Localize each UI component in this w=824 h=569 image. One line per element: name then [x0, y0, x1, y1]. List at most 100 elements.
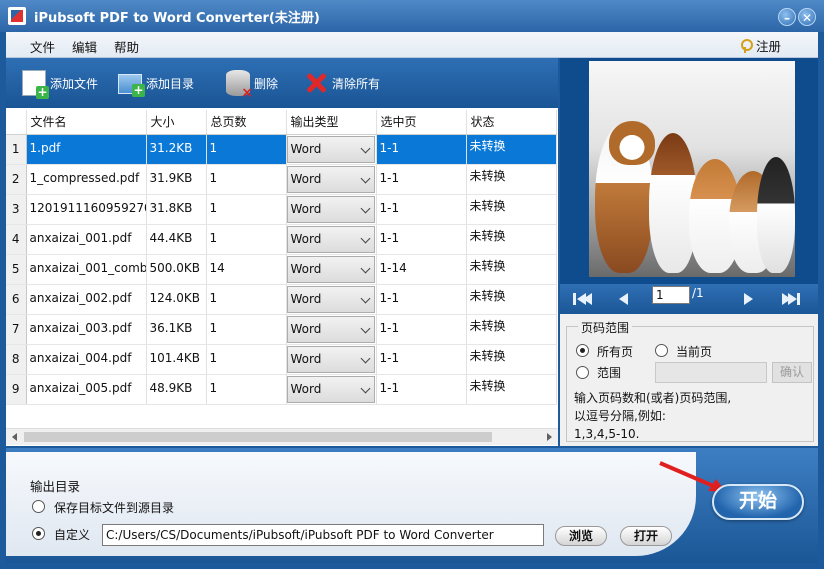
table-row[interactable]: 5 anxaizai_001_combi 500.0KB 14 Word 1-14 未转换: [6, 254, 557, 285]
scroll-right-icon[interactable]: [547, 433, 552, 441]
table-row[interactable]: 2 1_compressed.pdf 31.9KB 1 Word 1-1 未转换: [6, 164, 557, 195]
cell-pages: 1: [206, 164, 287, 195]
table-row[interactable]: 9 anxaizai_005.pdf 48.9KB 1 Word 1-1 未转换: [6, 374, 557, 405]
clear-all-button[interactable]: 清除所有: [304, 70, 384, 96]
prev-page-button[interactable]: [615, 291, 633, 307]
first-page-button[interactable]: [573, 291, 592, 307]
menu-bar: 文件 编辑 帮助 注册: [6, 32, 818, 58]
cell-status: 未转换: [466, 284, 557, 315]
cell-selected-pages[interactable]: 1-1: [376, 314, 467, 345]
range-label[interactable]: 范围: [597, 364, 621, 381]
horizontal-scrollbar[interactable]: [6, 428, 558, 445]
cell-selected-pages[interactable]: 1-1: [376, 344, 467, 375]
output-path-input[interactable]: C:/Users/CS/Documents/iPubsoft/iPubsoft …: [102, 524, 544, 546]
title-bar: iPubsoft PDF to Word Converter(未注册) – ✕: [0, 0, 824, 32]
last-page-button[interactable]: [782, 291, 800, 307]
row-number: 9: [6, 374, 27, 405]
table-row[interactable]: 8 anxaizai_004.pdf 101.4KB 1 Word 1-1 未转换: [6, 344, 557, 375]
all-pages-radio[interactable]: [576, 344, 589, 357]
cell-selected-pages[interactable]: 1-1: [376, 164, 467, 195]
range-radio[interactable]: [576, 366, 589, 379]
cell-selected-pages[interactable]: 1-1: [376, 134, 467, 165]
table-row[interactable]: 7 anxaizai_003.pdf 36.1KB 1 Word 1-1 未转换: [6, 314, 557, 345]
output-type-select[interactable]: Word: [286, 195, 375, 223]
toolbar: 添加文件 添加目录 删除 清除所有: [6, 58, 558, 108]
next-page-button[interactable]: [740, 291, 758, 307]
cell-filename: anxaizai_004.pdf: [26, 344, 147, 375]
output-type-select[interactable]: Word: [286, 375, 375, 403]
cell-selected-pages[interactable]: 1-1: [376, 224, 467, 255]
page-range-title: 页码范围: [578, 319, 633, 336]
cell-size: 44.4KB: [146, 224, 207, 255]
output-type-value: Word: [290, 351, 322, 366]
table-row[interactable]: 6 anxaizai_002.pdf 124.0KB 1 Word 1-1 未转换: [6, 284, 557, 315]
scroll-thumb[interactable]: [24, 432, 492, 442]
cell-selected-pages[interactable]: 1-1: [376, 374, 467, 405]
menu-file[interactable]: 文件: [30, 37, 55, 56]
cell-size: 124.0KB: [146, 284, 207, 315]
cell-selected-pages[interactable]: 1-14: [376, 254, 467, 285]
add-file-button[interactable]: 添加文件: [22, 70, 112, 99]
chevron-down-icon: [360, 203, 370, 213]
header-selected-pages[interactable]: 选中页: [376, 110, 467, 135]
current-page-label[interactable]: 当前页: [676, 343, 712, 360]
header-output-type[interactable]: 输出类型: [286, 110, 377, 135]
header-pages[interactable]: 总页数: [206, 110, 287, 135]
cell-output-type: Word: [286, 344, 377, 375]
all-pages-label[interactable]: 所有页: [597, 343, 633, 360]
header-rownum: [6, 110, 27, 135]
save-to-source-label[interactable]: 保存目标文件到源目录: [54, 499, 174, 516]
menu-help[interactable]: 帮助: [114, 37, 139, 56]
scroll-left-icon[interactable]: [12, 433, 17, 441]
open-button[interactable]: 打开: [620, 526, 672, 546]
custom-dir-label[interactable]: 自定义: [54, 526, 90, 543]
output-type-select[interactable]: Word: [286, 225, 375, 253]
start-button[interactable]: 开始: [712, 484, 804, 520]
cell-filename: anxaizai_001_combi: [26, 254, 147, 285]
delete-label: 删除: [254, 77, 279, 91]
header-status[interactable]: 状态: [466, 110, 557, 135]
cell-pages: 1: [206, 344, 287, 375]
save-to-source-radio[interactable]: [32, 500, 45, 513]
output-type-select[interactable]: Word: [286, 165, 375, 193]
cell-pages: 14: [206, 254, 287, 285]
page-number-input[interactable]: 1: [652, 286, 690, 304]
custom-dir-radio[interactable]: [32, 527, 45, 540]
menu-edit[interactable]: 编辑: [72, 37, 97, 56]
output-type-select[interactable]: Word: [286, 285, 375, 313]
confirm-button[interactable]: 确认: [772, 362, 812, 383]
range-input[interactable]: [655, 362, 767, 383]
row-number: 2: [6, 164, 27, 195]
browse-button[interactable]: 浏览: [555, 526, 607, 546]
output-type-select[interactable]: Word: [286, 255, 375, 283]
row-number: 6: [6, 284, 27, 315]
table-row[interactable]: 1 1.pdf 31.2KB 1 Word 1-1 未转换: [6, 134, 557, 165]
output-type-value: Word: [290, 201, 322, 216]
minimize-button[interactable]: –: [778, 8, 796, 26]
row-number: 4: [6, 224, 27, 255]
table-row[interactable]: 31201911160959270331.8KB1Word 1-1未转换: [6, 194, 557, 225]
header-size[interactable]: 大小: [146, 110, 207, 135]
cell-selected-pages[interactable]: 1-1: [376, 194, 467, 225]
output-type-value: Word: [290, 231, 322, 246]
chevron-down-icon: [360, 293, 370, 303]
cell-selected-pages[interactable]: 1-1: [376, 284, 467, 315]
current-page-radio[interactable]: [655, 344, 668, 357]
delete-button[interactable]: 删除: [226, 70, 286, 99]
cell-size: 36.1KB: [146, 314, 207, 345]
add-folder-button[interactable]: 添加目录: [118, 70, 208, 97]
output-type-select[interactable]: Word: [286, 135, 375, 163]
clear-all-label: 清除所有: [332, 77, 381, 91]
output-type-value: Word: [290, 321, 322, 336]
header-filename[interactable]: 文件名: [26, 110, 147, 135]
cell-status: 未转换: [466, 224, 557, 255]
cell-pages: 1: [206, 134, 287, 165]
range-hint: 输入页码数和(或者)页码范围, 以逗号分隔,例如: 1,3,4,5-10.: [574, 391, 732, 441]
chevron-down-icon: [360, 383, 370, 393]
table-row[interactable]: 4 anxaizai_001.pdf 44.4KB 1 Word 1-1 未转换: [6, 224, 557, 255]
cell-pages: 1: [206, 224, 287, 255]
register-button[interactable]: 注册: [740, 36, 781, 55]
output-type-select[interactable]: Word: [286, 345, 375, 373]
close-button[interactable]: ✕: [798, 8, 816, 26]
output-type-select[interactable]: Word: [286, 315, 375, 343]
